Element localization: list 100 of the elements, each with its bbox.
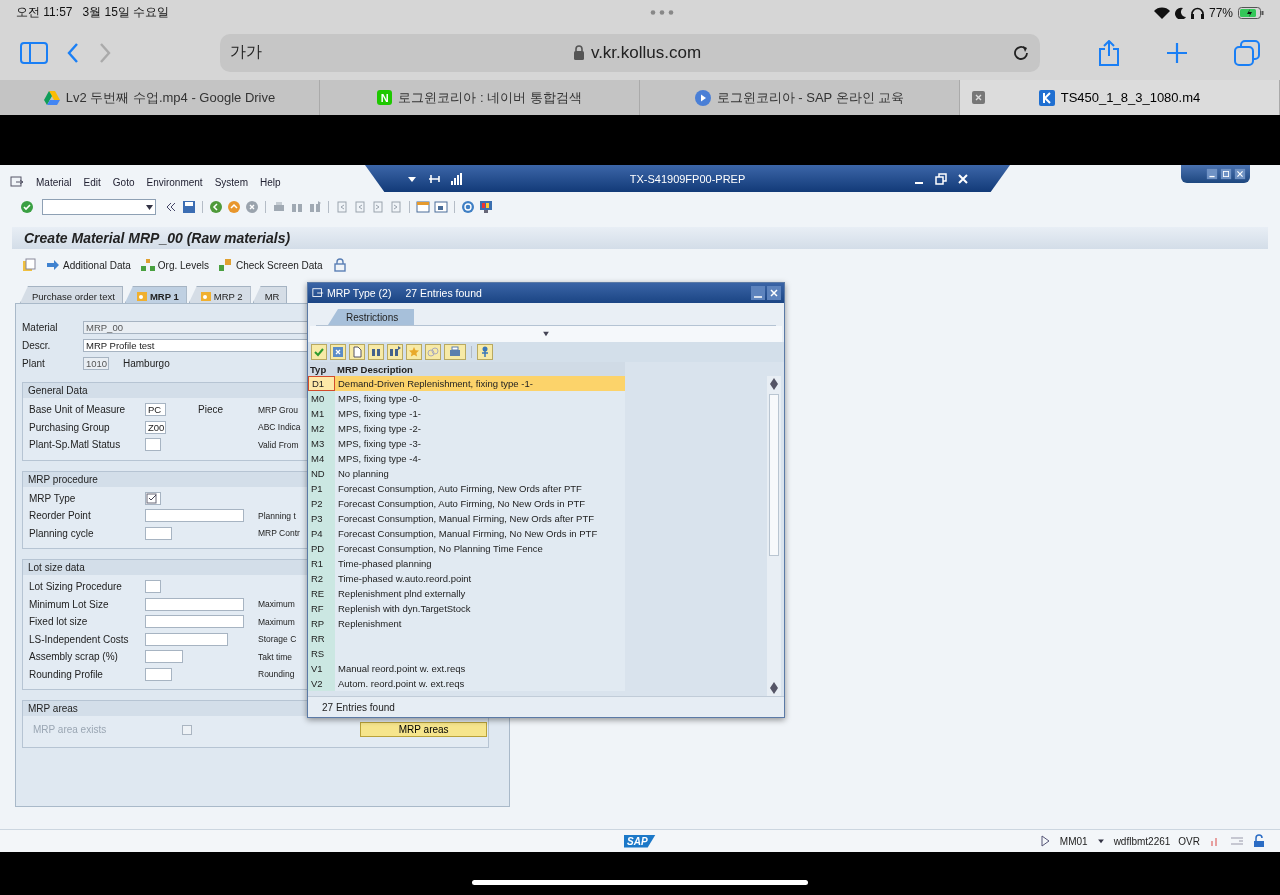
column-header[interactable]: Typ xyxy=(308,363,335,375)
menu-item[interactable]: Help xyxy=(260,176,281,188)
table-row[interactable]: M2 MPS, fixing type -2- xyxy=(308,421,625,436)
lock-icon[interactable] xyxy=(332,258,347,272)
address-bar[interactable]: 가가 v.kr.kollus.com xyxy=(220,33,1040,72)
signal-icon[interactable] xyxy=(449,171,463,186)
input-field[interactable] xyxy=(145,580,161,594)
toolbar-button[interactable]: Additional Data xyxy=(46,259,131,271)
browser-tab[interactable]: TS450_1_8_3_1080.m4 xyxy=(960,80,1280,115)
close-icon[interactable] xyxy=(1234,168,1246,180)
table-row[interactable]: RE Replenishment plnd externally xyxy=(308,586,625,601)
tab[interactable]: MRP 1 xyxy=(124,286,187,303)
close-icon[interactable] xyxy=(956,171,970,186)
back-icon[interactable] xyxy=(66,41,80,64)
save-icon[interactable] xyxy=(182,200,196,214)
menu-item[interactable]: Goto xyxy=(112,176,135,188)
cancel-icon[interactable] xyxy=(245,200,259,214)
scroll-down-icon[interactable] xyxy=(770,384,778,390)
table-row[interactable]: P1 Forecast Consumption, Auto Firming, New Ords after PTF xyxy=(308,481,625,496)
scroll-down-icon[interactable] xyxy=(770,688,778,694)
minimize-icon[interactable] xyxy=(1206,168,1218,180)
command-field[interactable] xyxy=(42,199,156,215)
toolbar-button[interactable]: Check Screen Data xyxy=(218,259,323,271)
text-size-button[interactable]: 가가 xyxy=(230,42,262,63)
table-row[interactable]: M1 MPS, fixing type -1- xyxy=(308,406,625,421)
table-row[interactable]: RF Replenish with dyn.TargetStock xyxy=(308,601,625,616)
input-field[interactable]: MRP_00 xyxy=(83,320,309,334)
share-icon[interactable] xyxy=(1098,39,1120,66)
last-page-icon[interactable] xyxy=(389,200,403,214)
menu-icon[interactable] xyxy=(10,175,24,189)
copy-icon[interactable] xyxy=(22,258,36,272)
exit-icon[interactable] xyxy=(227,200,241,214)
next-page-icon[interactable] xyxy=(371,200,385,214)
browser-tab[interactable]: N 로그윈코리아 : 네이버 통합검색 xyxy=(320,80,640,115)
table-row[interactable]: R1 Time-phased planning xyxy=(308,556,625,571)
tab[interactable]: MRP 2 xyxy=(188,286,251,303)
input-field[interactable] xyxy=(145,526,172,540)
check-icon[interactable] xyxy=(311,344,327,360)
input-field[interactable] xyxy=(145,667,172,681)
browser-tab[interactable]: Lv2 두번째 수업.mp4 - Google Drive xyxy=(0,80,320,115)
star-icon[interactable] xyxy=(406,344,422,360)
monitor-icon[interactable] xyxy=(479,200,493,214)
table-row[interactable]: M0 MPS, fixing type -0- xyxy=(308,391,625,406)
table-row[interactable]: ND No planning xyxy=(308,466,625,481)
double-chevron-icon[interactable] xyxy=(164,200,178,214)
page-icon[interactable] xyxy=(349,344,365,360)
table-row[interactable]: M3 MPS, fixing type -3- xyxy=(308,436,625,451)
scroll-up-icon[interactable] xyxy=(770,378,778,384)
input-field[interactable]: PC xyxy=(145,403,166,417)
first-page-icon[interactable] xyxy=(335,200,349,214)
lock-icon[interactable] xyxy=(1252,834,1266,848)
table-row[interactable]: P4 Forecast Consumption, Manual Firming, No New Ords in PTF xyxy=(308,526,625,541)
input-field[interactable] xyxy=(145,509,244,523)
input-field[interactable] xyxy=(145,491,161,505)
new-tab-icon[interactable] xyxy=(1166,41,1188,64)
table-row[interactable]: R2 Time-phased w.auto.reord.point xyxy=(308,571,625,586)
print-icon[interactable] xyxy=(272,200,286,214)
table-row[interactable]: V1 Manual reord.point w. ext.reqs xyxy=(308,661,625,676)
toolbar-button[interactable]: Org. Levels xyxy=(140,259,209,271)
tab[interactable]: MR xyxy=(252,286,288,303)
input-field[interactable]: MRP Profile test xyxy=(83,338,309,352)
menu-item[interactable]: Environment xyxy=(146,176,203,188)
link-icon[interactable] xyxy=(425,344,441,360)
scroll-up-icon[interactable] xyxy=(770,682,778,688)
menu-item[interactable]: Material xyxy=(36,176,72,188)
more-icon[interactable] xyxy=(649,10,674,15)
menu-item[interactable]: System xyxy=(214,176,248,188)
table-row[interactable]: P2 Forecast Consumption, Auto Firming, No New Ords in PTF xyxy=(308,496,625,511)
reload-icon[interactable] xyxy=(1012,43,1030,62)
table-row[interactable]: M4 MPS, fixing type -4- xyxy=(308,451,625,466)
table-row[interactable]: RP Replenishment xyxy=(308,616,625,631)
restore-icon[interactable] xyxy=(1220,168,1232,180)
check-icon[interactable] xyxy=(20,200,34,214)
table-row[interactable]: P3 Forecast Consumption, Manual Firming, New Ords after PTF xyxy=(308,511,625,526)
sidebar-icon[interactable] xyxy=(20,41,48,64)
input-field[interactable]: Z00 xyxy=(145,420,166,434)
previous-page-icon[interactable] xyxy=(353,200,367,214)
tabs-icon[interactable] xyxy=(1234,39,1260,66)
input-field[interactable] xyxy=(145,650,183,664)
print-icon[interactable] xyxy=(444,344,466,360)
column-header[interactable]: MRP Description xyxy=(335,363,625,375)
table-row[interactable]: D1 Demand-Driven Replenishment, fixing type -1- xyxy=(308,376,625,391)
table-row[interactable]: V2 Autom. reord.point w. ext.reqs xyxy=(308,676,625,691)
mrp-areas-button[interactable]: MRP areas xyxy=(360,722,488,737)
table-row[interactable]: PD Forecast Consumption, No Planning Time Fence xyxy=(308,541,625,556)
input-field[interactable] xyxy=(145,615,244,629)
menu-item[interactable]: Edit xyxy=(83,176,101,188)
tab[interactable]: Purchase order text xyxy=(20,286,123,303)
input-field[interactable] xyxy=(145,438,161,452)
input-field[interactable]: 1010 xyxy=(83,356,109,370)
menu-icon[interactable] xyxy=(312,287,324,299)
help-icon[interactable] xyxy=(461,200,475,214)
back-icon[interactable] xyxy=(209,200,223,214)
window-icon[interactable] xyxy=(434,200,448,214)
transaction-code[interactable]: MM01 xyxy=(1059,835,1088,847)
tab[interactable]: Restrictions xyxy=(328,309,415,325)
dropdown-icon[interactable] xyxy=(146,204,153,210)
input-field[interactable] xyxy=(145,632,228,646)
restore-icon[interactable] xyxy=(934,171,948,186)
window-icon[interactable] xyxy=(416,200,430,214)
